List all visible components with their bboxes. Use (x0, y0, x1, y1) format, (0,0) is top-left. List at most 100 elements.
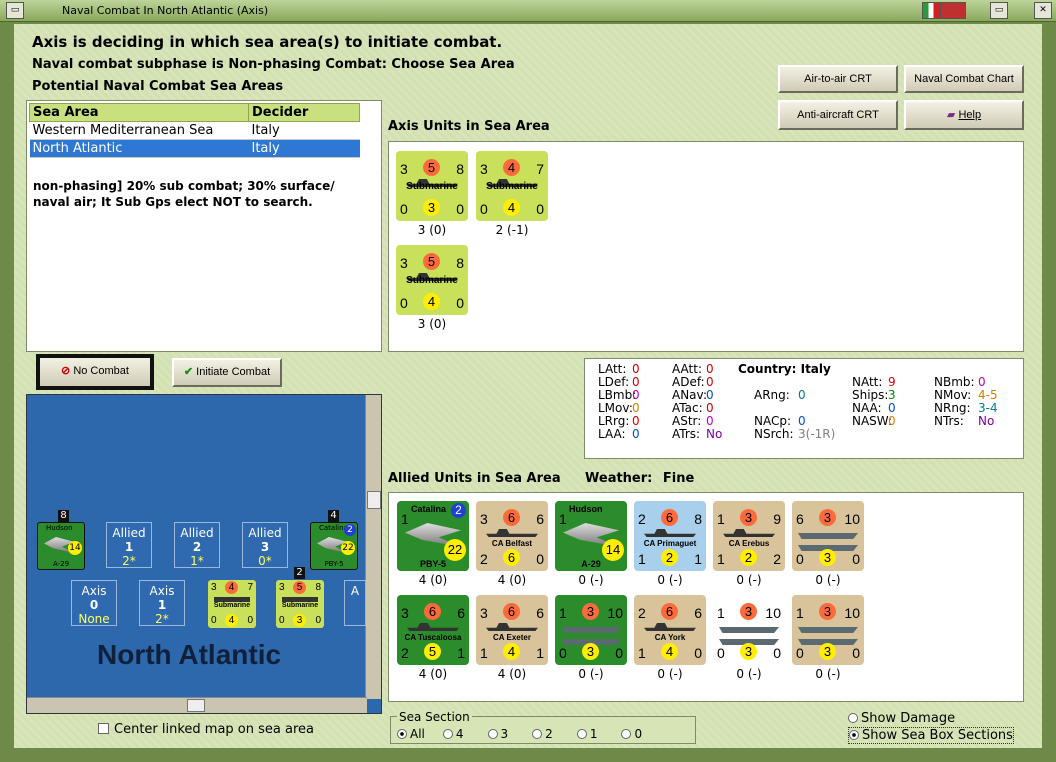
aircraft-name: Hudson (46, 524, 73, 532)
horizontal-scroll-thumb[interactable] (187, 699, 205, 712)
show-damage-option[interactable]: Show Damage (848, 711, 955, 726)
help-button[interactable]: ▰ Help (904, 100, 1024, 130)
map-horizontal-scrollbar[interactable] (27, 697, 367, 713)
unit-name: Submarine (486, 181, 538, 192)
ship-icon (644, 623, 696, 631)
stat-label: LMov: (598, 401, 633, 415)
initiate-combat-button[interactable]: ✔ Initiate Combat (172, 358, 282, 387)
counter-aa-value: 0 (796, 645, 804, 661)
box-value: 2* (122, 554, 136, 568)
axis-sea-box[interactable]: Axis 0 None (71, 580, 117, 626)
show-sea-box-option[interactable]: Show Sea Box Sections (848, 727, 1014, 744)
unit-counter[interactable]: 3 6 6 CA Tuscaloosa 2 5 1 (397, 595, 469, 665)
ship-group-icon (561, 627, 621, 633)
restore-icon[interactable]: ▭ (990, 2, 1008, 19)
map-submarine-counter[interactable]: 3 4 7 Submarine 0 4 0 (208, 580, 256, 628)
unit-counter[interactable]: 3 5 8 Submarine 0 4 0 (396, 245, 468, 315)
table-row[interactable]: Western Mediterranean Sea Italy (29, 121, 360, 140)
box-value: None (78, 612, 110, 626)
air-to-air-crt-button[interactable]: Air-to-air CRT (778, 65, 898, 93)
sea-section-option[interactable]: 3 (487, 727, 508, 741)
aircraft-model: A-29 (52, 560, 70, 568)
stat-label: NSrch: (754, 427, 794, 441)
unit-counter[interactable]: 3 5 8 Submarine 0 3 0 (396, 151, 468, 221)
map-vertical-scrollbar[interactable] (365, 395, 381, 699)
right-border (1044, 22, 1056, 762)
sea-area-cell: North Atlantic (29, 139, 249, 158)
allied-sea-box[interactable]: Allied 2 1* (174, 522, 220, 568)
ship-icon (486, 529, 538, 537)
minimize-icon[interactable]: ▭ (6, 2, 24, 19)
stat-value: 0 (632, 427, 640, 441)
unit-counter[interactable]: 1 Catalina 2 22 PBY-5 (397, 501, 469, 571)
unit-counter[interactable]: 6 3 10 0 3 0 (792, 501, 864, 571)
sea-section-option[interactable]: 0 (621, 727, 642, 741)
counter-aa-value: 2 (480, 551, 488, 567)
combat-value-circle: 5 (293, 581, 306, 594)
subphase-text: Naval combat subphase is Non-phasing Com… (32, 57, 515, 72)
center-link-checkbox[interactable] (98, 723, 109, 734)
combat-value-circle: 4 (423, 293, 440, 310)
prompt-heading: Axis is deciding in which sea area(s) to… (32, 33, 503, 51)
stat-label: NAtt: (852, 375, 883, 389)
allied-sea-box[interactable]: Allied 1 2* (106, 522, 152, 568)
center-link-option[interactable]: Center linked map on sea area (98, 722, 314, 737)
map-aircraft-counter[interactable]: Catalina 22 PBY-5 2 (310, 522, 358, 570)
counter-move-value: 0 (536, 201, 544, 217)
stat-value: 0 (632, 375, 640, 389)
unit-counter[interactable]: 3 6 6 CA Belfast 2 6 0 (476, 501, 548, 571)
sea-section-radio[interactable] (532, 729, 543, 739)
sea-section-option[interactable]: All (397, 727, 425, 741)
unit-name: Submarine (213, 602, 251, 609)
sea-section-option[interactable]: 4 (442, 727, 464, 741)
unit-caption: 4 (0) (418, 573, 448, 587)
unit-caption: 4 (0) (497, 667, 527, 681)
show-damage-radio[interactable] (848, 713, 858, 723)
axis-sea-box[interactable]: Axis 1 2* (139, 580, 185, 626)
sea-section-radio[interactable] (442, 729, 453, 739)
unit-counter[interactable]: 2 6 6 CA York 1 4 0 (634, 595, 706, 665)
axis-sea-box[interactable]: A (344, 580, 366, 626)
stat-label: NTrs: (934, 414, 964, 428)
unit-counter[interactable]: 1 3 10 0 3 0 (713, 595, 785, 665)
close-icon[interactable]: ✕ (1034, 2, 1052, 19)
stat-value: 0 (632, 388, 640, 402)
unit-counter[interactable]: 3 6 6 CA Exeter 1 4 1 (476, 595, 548, 665)
no-combat-button[interactable]: ⊘ No Combat (36, 354, 154, 390)
unit-caption: 0 (-) (736, 573, 762, 587)
allied-sea-box[interactable]: Allied 3 0* (242, 522, 288, 568)
unit-counter[interactable]: 1 3 10 0 3 0 (792, 595, 864, 665)
stat-value: 0 (706, 401, 714, 415)
counter-attack-value: 2 (638, 511, 646, 527)
unit-name: CA Primaguet (643, 539, 697, 548)
box-section-number: 1 (124, 540, 134, 554)
unit-counter[interactable]: 1 3 9 CA Erebus 1 2 2 (713, 501, 785, 571)
unit-counter[interactable]: 2 6 8 CA Primaguet 1 2 1 (634, 501, 706, 571)
table-row-selected[interactable]: North Atlantic Italy (29, 139, 360, 158)
map-submarine-counter[interactable]: 3 5 8 Submarine 0 3 0 (276, 580, 324, 628)
combat-value-circle: 5 (424, 643, 441, 660)
vertical-scroll-thumb[interactable] (367, 491, 381, 509)
sea-section-radio[interactable] (621, 729, 632, 739)
unit-counter[interactable]: 3 4 7 Submarine 0 4 0 (476, 151, 548, 221)
counter-move-value: 0 (852, 551, 860, 567)
unit-counter[interactable]: 1 Hudson 14 A-29 (555, 501, 627, 571)
combat-value-circle: 3 (819, 509, 836, 526)
stack-count-badge: 2 (294, 567, 305, 579)
stat-value: 0 (978, 375, 986, 389)
anti-aircraft-crt-button[interactable]: Anti-aircraft CRT (778, 100, 898, 130)
show-sea-box-radio[interactable] (849, 730, 859, 740)
sea-section-radio[interactable] (576, 729, 587, 739)
savoy-flag-icon (940, 2, 966, 19)
sea-section-radio[interactable] (487, 729, 498, 739)
map-aircraft-counter[interactable]: Hudson 14 A-29 (37, 522, 85, 570)
sea-section-option[interactable]: 2 (532, 727, 553, 741)
counter-range-value: 7 (247, 582, 253, 593)
sea-section-option[interactable]: 1 (576, 727, 597, 741)
counter-aa-value: 0 (279, 615, 285, 626)
naval-combat-chart-button[interactable]: Naval Combat Chart (904, 65, 1024, 93)
unit-counter[interactable]: 1 3 10 0 3 0 (555, 595, 627, 665)
counter-range-value: 9 (773, 511, 781, 527)
sea-section-radio[interactable] (397, 729, 407, 739)
stat-label: NASW: (852, 414, 893, 428)
